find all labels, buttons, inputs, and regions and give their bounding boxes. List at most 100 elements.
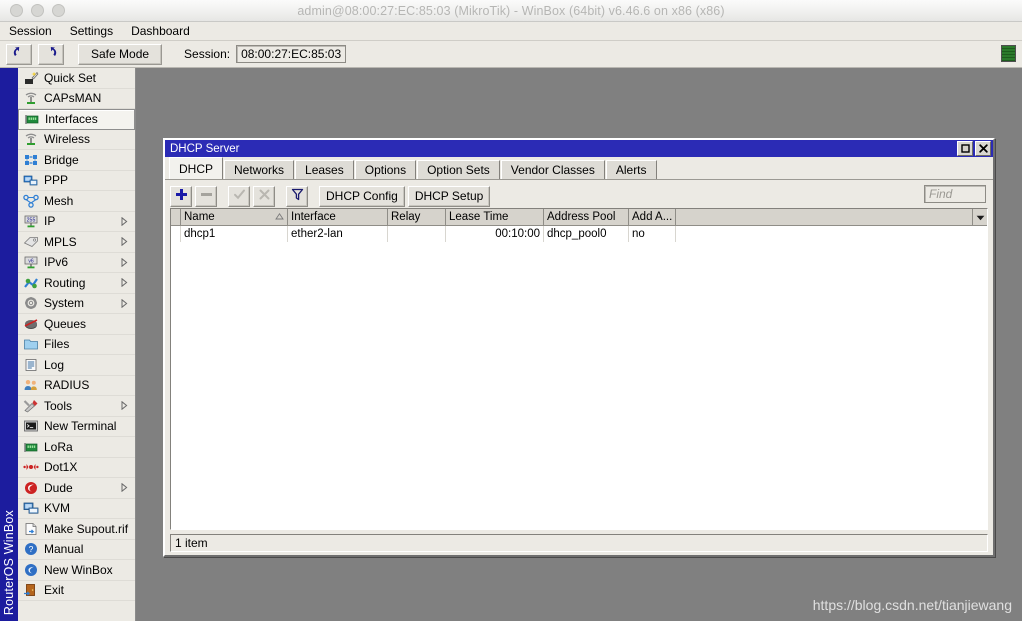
- wireless-icon: [22, 132, 39, 147]
- sidebar-item-lora[interactable]: LoRa: [18, 437, 135, 458]
- tab-vendor-classes[interactable]: Vendor Classes: [500, 160, 605, 179]
- menu-item-settings[interactable]: Settings: [61, 22, 122, 40]
- sidebar-item-label: Wireless: [44, 132, 91, 147]
- quick-set-icon: [22, 70, 39, 85]
- sidebar-item-routing[interactable]: Routing: [18, 273, 135, 294]
- sidebar-item-label: CAPsMAN: [44, 91, 102, 106]
- sidebar-item-wireless[interactable]: Wireless: [18, 130, 135, 150]
- find-input[interactable]: Find: [924, 185, 986, 203]
- tab-options[interactable]: Options: [354, 160, 417, 179]
- sidebar-item-make-supout-rif[interactable]: Make Supout.rif: [18, 519, 135, 540]
- column-header-label: Interface: [291, 211, 336, 223]
- sidebar-item-label: System: [44, 296, 85, 311]
- sort-ascending-icon: [275, 211, 284, 223]
- chevron-right-icon: [121, 401, 130, 411]
- sidebar-item-label: Quick Set: [44, 70, 97, 85]
- minus-icon: [200, 188, 213, 204]
- filter-button[interactable]: [286, 185, 308, 207]
- brand-label: RouterOS WinBox: [2, 509, 16, 615]
- sidebar-item-label: Manual: [44, 542, 84, 557]
- enable-button[interactable]: [228, 185, 250, 207]
- disable-button[interactable]: [253, 185, 275, 207]
- column-header-interface[interactable]: Interface: [288, 209, 388, 225]
- sidebar-item-label: PPP: [44, 173, 69, 188]
- sidebar-item-label: Make Supout.rif: [44, 521, 129, 536]
- tab-option-sets[interactable]: Option Sets: [417, 160, 500, 179]
- sidebar-item-queues[interactable]: Queues: [18, 314, 135, 335]
- sidebar-item-mesh[interactable]: Mesh: [18, 191, 135, 212]
- sidebar-item-files[interactable]: Files: [18, 335, 135, 355]
- sidebar-item-label: IP: [44, 214, 56, 229]
- dhcp-setup-button[interactable]: DHCP Setup: [407, 185, 491, 207]
- dot1x-icon: [22, 460, 39, 475]
- sidebar-item-new-terminal[interactable]: New Terminal: [18, 417, 135, 437]
- column-header-name[interactable]: Name: [181, 209, 288, 225]
- column-header-address-pool[interactable]: Address Pool: [544, 209, 629, 225]
- column-header-label: Address Pool: [547, 211, 616, 223]
- sidebar-item-label: Routing: [44, 275, 86, 290]
- sidebar-item-mpls[interactable]: MPLS: [18, 232, 135, 253]
- tab-alerts[interactable]: Alerts: [605, 160, 657, 179]
- dhcp-window-title: DHCP Server: [170, 142, 240, 155]
- checkmark-icon: [233, 188, 246, 204]
- column-header-add-a[interactable]: Add A...: [629, 209, 676, 225]
- restore-icon: [960, 144, 970, 153]
- find-placeholder: Find: [929, 187, 953, 201]
- row-gutter: [171, 226, 181, 242]
- sidebar-item-label: RADIUS: [44, 378, 90, 393]
- svg-text:255: 255: [26, 218, 35, 224]
- add-button[interactable]: [170, 185, 192, 207]
- menu-item-dashboard[interactable]: Dashboard: [122, 22, 199, 40]
- sidebar-item-radius[interactable]: RADIUS: [18, 376, 135, 396]
- remove-button[interactable]: [195, 185, 217, 207]
- restore-button[interactable]: [957, 141, 973, 156]
- table-row[interactable]: dhcp1 ether2-lan 00:10:00 dhcp_pool0 no: [171, 226, 987, 242]
- sidebar-item-ip[interactable]: 255 IP: [18, 212, 135, 232]
- sidebar-item-tools[interactable]: Tools: [18, 396, 135, 417]
- new-winbox-icon: [22, 562, 39, 577]
- sidebar-item-bridge[interactable]: Bridge: [18, 150, 135, 171]
- safe-mode-button[interactable]: Safe Mode: [78, 43, 163, 65]
- sidebar-item-label: MPLS: [44, 234, 77, 249]
- menu-item-session[interactable]: Session: [0, 22, 61, 40]
- tab-dhcp[interactable]: DHCP: [169, 157, 224, 179]
- table-header-row: Name Interface Relay Lease Time Address Pool…: [171, 209, 987, 226]
- column-chooser-button[interactable]: [972, 209, 987, 225]
- tab-networks[interactable]: Networks: [224, 160, 295, 179]
- sidebar-item-exit[interactable]: Exit: [18, 581, 135, 601]
- sidebar-item-dot1x[interactable]: Dot1X: [18, 458, 135, 478]
- sidebar-item-kvm[interactable]: KVM: [18, 499, 135, 519]
- sidebar-item-ppp[interactable]: PPP: [18, 171, 135, 191]
- column-header-label: Relay: [391, 211, 421, 223]
- column-header-lease-time[interactable]: Lease Time: [446, 209, 544, 225]
- tab-leases[interactable]: Leases: [295, 160, 354, 179]
- sidebar-item-system[interactable]: System: [18, 294, 135, 314]
- cell-interface: ether2-lan: [288, 226, 388, 242]
- sidebar-item-quick-set[interactable]: Quick Set: [18, 68, 135, 89]
- cell-add-arp: no: [629, 226, 676, 242]
- sidebar-item-log[interactable]: Log: [18, 355, 135, 376]
- sidebar-item-dude[interactable]: Dude: [18, 478, 135, 499]
- column-header-spacer: [676, 209, 972, 225]
- dhcp-config-button[interactable]: DHCP Config: [319, 185, 405, 207]
- sidebar-item-label: Interfaces: [45, 112, 98, 127]
- sidebar-menu: Quick Set CAPsMAN Interfaces Wireless Bridge…: [18, 68, 136, 621]
- sidebar-item-interfaces[interactable]: Interfaces: [18, 109, 135, 130]
- undo-button[interactable]: [6, 43, 32, 65]
- table-row-gutter-header: [171, 209, 181, 225]
- redo-button[interactable]: [38, 43, 64, 65]
- column-header-relay[interactable]: Relay: [388, 209, 446, 225]
- sidebar-item-manual[interactable]: ? Manual: [18, 540, 135, 560]
- sidebar-item-ipv6[interactable]: v6 IPv6: [18, 253, 135, 273]
- sidebar-item-label: Bridge: [44, 152, 79, 167]
- sidebar-item-label: Mesh: [44, 193, 74, 208]
- sidebar-item-label: New Terminal: [44, 419, 117, 434]
- session-label: Session:: [184, 47, 231, 61]
- sidebar-item-capsman[interactable]: CAPsMAN: [18, 89, 135, 109]
- chevron-right-icon: [121, 257, 130, 267]
- close-button[interactable]: [975, 141, 991, 156]
- session-value[interactable]: 08:00:27:EC:85:03: [236, 45, 347, 63]
- chevron-right-icon: [121, 216, 130, 226]
- sidebar-item-new-winbox[interactable]: New WinBox: [18, 560, 135, 581]
- dhcp-window-titlebar[interactable]: DHCP Server: [165, 140, 993, 157]
